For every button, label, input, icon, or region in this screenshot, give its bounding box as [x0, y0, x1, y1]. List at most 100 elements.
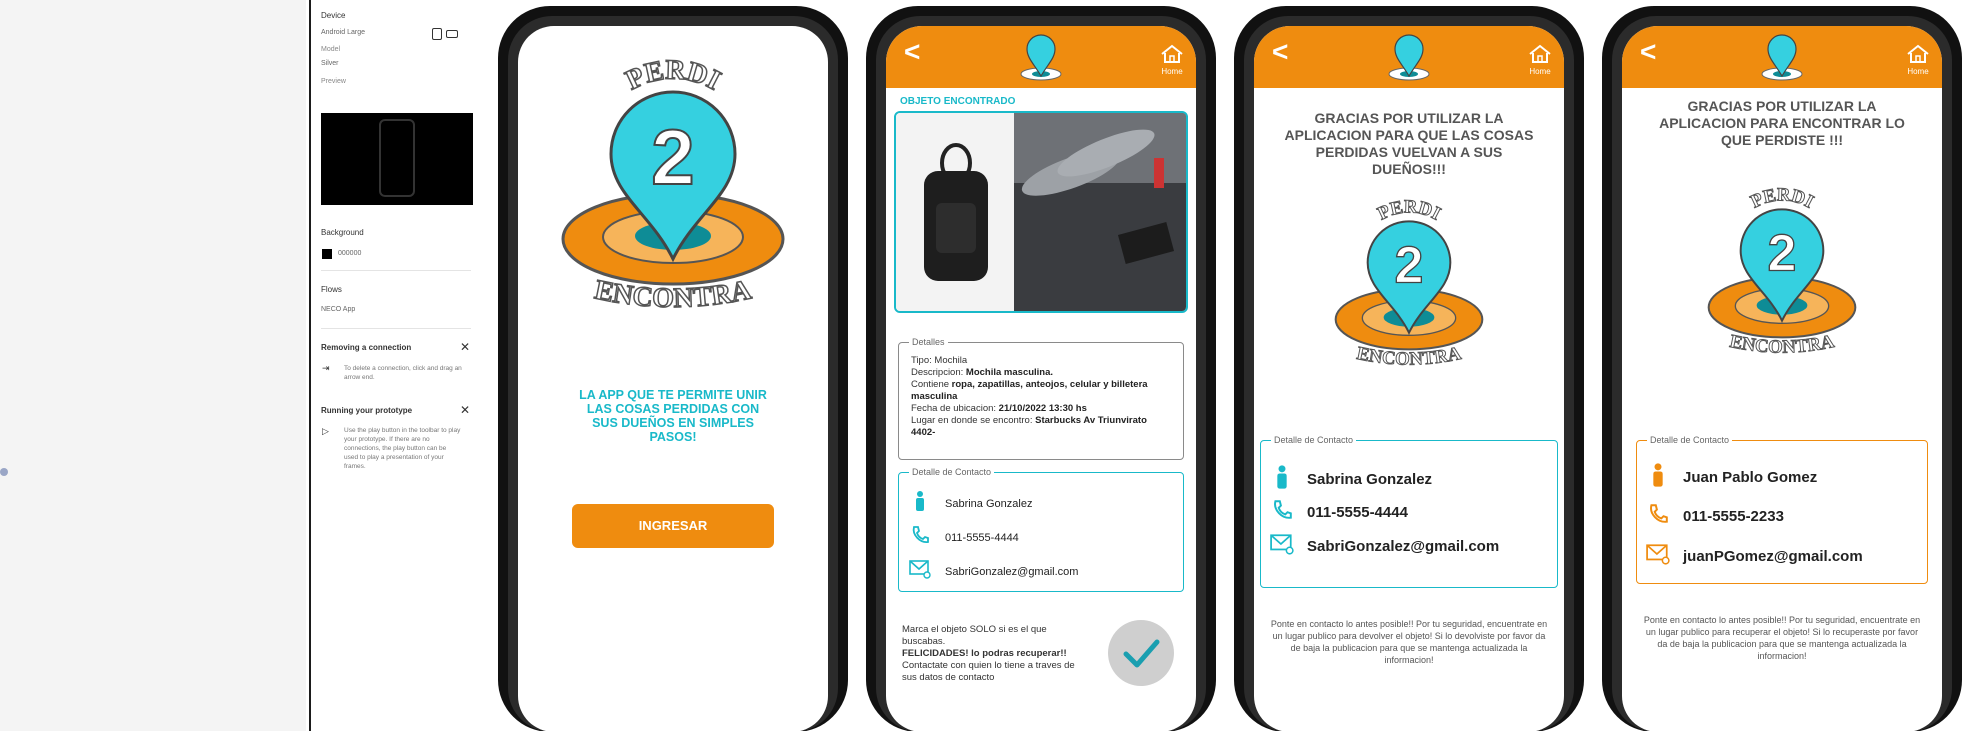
contact-legend: Detalle de Contacto	[1647, 435, 1733, 445]
home-icon	[1161, 44, 1183, 63]
device-preview-phone	[379, 119, 415, 197]
confirm-found-button[interactable]	[1108, 620, 1174, 686]
home-button[interactable]: Home	[1526, 44, 1554, 76]
details-fieldset: Detalles Tipo: Mochila Descripcion: Mochi…	[898, 337, 1184, 460]
detail-key: Fecha de ubicacion:	[911, 403, 997, 414]
back-button[interactable]: <	[1640, 38, 1656, 66]
detail-value: Mochila	[931, 355, 968, 366]
phone-frame-found-object: < Home OBJETO ENCONTRADO Detalles Tipo: …	[866, 6, 1216, 731]
running-desc: Use the play button in the toolbar to pl…	[344, 427, 461, 470]
object-photo	[894, 111, 1188, 313]
divider	[321, 328, 471, 329]
check-icon	[1123, 639, 1160, 668]
detail-key: Contiene	[911, 379, 950, 390]
phone-frame-thanks-finder: < Home GRACIAS POR UTILIZAR LA APLICACIO…	[1602, 6, 1962, 731]
background-value[interactable]: 000000	[338, 250, 361, 257]
contact-phone[interactable]: 011-5555-2233	[1683, 508, 1784, 525]
detail-key: Tipo:	[911, 355, 932, 366]
close-icon[interactable]: ✕	[460, 340, 470, 354]
prototype-settings-panel: Device Android Large Model Silver Previe…	[318, 0, 476, 731]
device-select[interactable]: Android Large	[321, 29, 365, 36]
object-photo-image	[896, 113, 1186, 311]
section-title: OBJETO ENCONTRADO	[900, 96, 1016, 107]
app-header: < Home	[886, 26, 1196, 88]
home-icon	[1529, 44, 1551, 63]
details-legend: Detalles	[909, 337, 948, 347]
mark-note-3: Contactate con quien lo tiene a traves d…	[902, 660, 1075, 683]
pin-logo-icon	[1020, 34, 1062, 81]
prototype-viewer: Device Android Large Model Silver Previe…	[0, 0, 1968, 731]
model-label: Model	[321, 46, 341, 53]
detail-key: Lugar en donde se encontro:	[911, 415, 1033, 426]
contact-email-row: juanPGomez@gmail.com	[1645, 543, 1863, 570]
mail-icon	[907, 559, 933, 584]
contact-email-row: SabriGonzalez@gmail.com	[907, 559, 1078, 584]
found-object-screen: < Home OBJETO ENCONTRADO Detalles Tipo: …	[886, 26, 1196, 731]
flows-label: Flows	[321, 285, 342, 294]
ingresar-button[interactable]: INGRESAR	[572, 504, 774, 548]
contact-name: Sabrina Gonzalez	[1307, 471, 1433, 488]
detail-value: Mochila masculina.	[963, 367, 1054, 378]
contact-fieldset: Detalle de Contacto Sabrina Gonzalez 011…	[1260, 435, 1558, 588]
divider	[321, 270, 471, 271]
contact-name-row: Juan Pablo Gomez	[1645, 463, 1817, 492]
removing-desc: To delete a connection, click and drag a…	[344, 365, 462, 381]
detail-line: Tipo: Mochila	[911, 355, 1173, 367]
perdi2-logo: 2 PERDI ENCONTRA	[1707, 184, 1857, 358]
detail-line: Lugar en donde se encontro: Starbucks Av…	[911, 415, 1173, 439]
contact-email[interactable]: SabriGonzalez@gmail.com	[945, 566, 1078, 578]
app-tagline: LA APP QUE TE PERMITE UNIR LAS COSAS PER…	[579, 388, 767, 444]
thanks-found-screen: < Home GRACIAS POR UTILIZAR LA APLICACIO…	[1622, 26, 1942, 731]
back-button[interactable]: <	[904, 38, 920, 66]
running-title: Running your prototype	[321, 406, 413, 415]
thanks-heading: GRACIAS POR UTILIZAR LA APLICACION PARA …	[1284, 110, 1534, 177]
contact-email[interactable]: SabriGonzalez@gmail.com	[1307, 538, 1499, 555]
canvas-area	[0, 0, 306, 731]
back-button[interactable]: <	[1272, 38, 1288, 66]
perdi2-logo: 2 PERDI ENCONTRA	[1334, 196, 1484, 370]
model-select[interactable]: Silver	[321, 60, 339, 67]
contact-name: Juan Pablo Gomez	[1683, 469, 1818, 486]
safety-footer: Ponte en contacto lo antes posible!! Por…	[1270, 619, 1548, 665]
close-icon[interactable]: ✕	[460, 403, 470, 417]
contact-email[interactable]: juanPGomez@gmail.com	[1683, 548, 1863, 565]
phone-frame-thanks-owner: < Home GRACIAS POR UTILIZAR LA APLICACIO…	[1234, 6, 1584, 731]
contact-legend: Detalle de Contacto	[1271, 435, 1357, 445]
logo-top-word: PERDI	[621, 55, 725, 97]
phone-icon	[1269, 499, 1295, 526]
perdi2-logo: 2 PERDI ENCONTRA	[561, 54, 785, 315]
phone-icon	[907, 525, 933, 550]
flow-item[interactable]: NECO App	[321, 306, 355, 313]
logo-digit: 2	[1768, 225, 1797, 283]
app-header: < Home	[1254, 26, 1564, 88]
logo-digit: 2	[651, 113, 694, 201]
home-button[interactable]: Home	[1904, 44, 1932, 76]
removing-title: Removing a connection	[321, 343, 412, 352]
details-list: Tipo: Mochila Descripcion: Mochila mascul…	[911, 355, 1173, 439]
landscape-icon[interactable]	[446, 30, 458, 38]
pin-logo-icon	[1388, 34, 1430, 81]
contact-email-row: SabriGonzalez@gmail.com	[1269, 533, 1499, 560]
mail-icon	[1645, 543, 1671, 570]
app-header: < Home	[1622, 26, 1942, 88]
preview-label: Preview	[321, 78, 346, 85]
mark-note-1: Marca el objeto SOLO si es el que buscab…	[902, 624, 1047, 647]
home-button[interactable]: Home	[1158, 44, 1186, 76]
phone-icon	[1645, 503, 1671, 530]
thanks-return-screen: < Home GRACIAS POR UTILIZAR LA APLICACIO…	[1254, 26, 1564, 731]
contact-phone[interactable]: 011-5555-4444	[1307, 504, 1408, 521]
contact-phone-row: 011-5555-2233	[1645, 503, 1784, 530]
device-preview	[321, 113, 473, 205]
detail-line: Fecha de ubicacion: 21/10/2022 13:30 hs	[911, 403, 1173, 415]
person-icon	[1269, 465, 1295, 494]
portrait-icon[interactable]	[432, 28, 442, 40]
welcome-screen: 2 PERDI ENCONTRA LA APP QUE TE PERMITE U…	[518, 26, 828, 731]
mark-instructions: Marca el objeto SOLO si es el que buscab…	[902, 624, 1082, 684]
background-label: Background	[321, 228, 364, 237]
logo-digit: 2	[1395, 237, 1424, 295]
background-swatch[interactable]	[322, 249, 332, 259]
contact-phone[interactable]: 011-5555-4444	[945, 532, 1019, 544]
home-label: Home	[1907, 67, 1929, 76]
canvas-handle[interactable]	[0, 468, 8, 476]
mark-note-2: FELICIDADES! lo podras recuperar!!	[902, 648, 1067, 659]
